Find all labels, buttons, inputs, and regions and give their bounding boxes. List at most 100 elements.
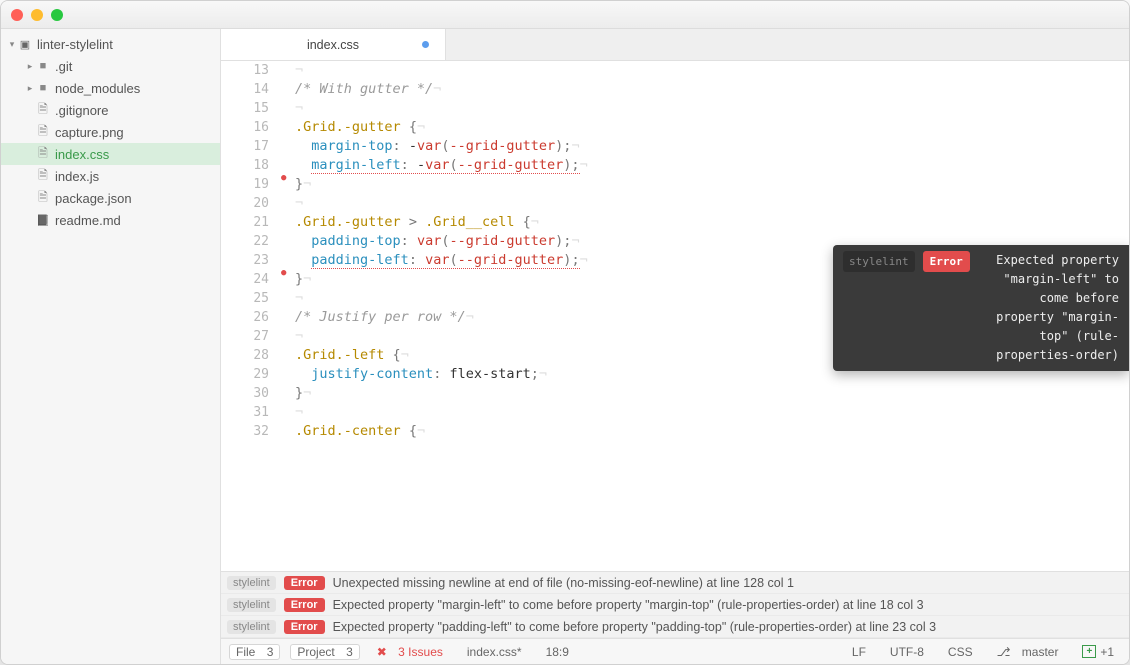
line-number[interactable]: 29 [221, 365, 277, 384]
chevron-right-icon[interactable]: ▸ [25, 83, 35, 94]
line-number[interactable]: 22 [221, 232, 277, 251]
code-line[interactable]: 17 margin-top: -var(--grid-gutter);¬ [221, 137, 1129, 156]
lint-message: Unexpected missing newline at end of fil… [333, 576, 794, 590]
tree-item-label: node_modules [55, 81, 140, 96]
chevron-down-icon[interactable]: ▾ [7, 39, 17, 50]
code-text[interactable]: justify-content: flex-start;¬ [295, 365, 547, 384]
code-text[interactable]: }¬ [295, 384, 311, 403]
code-text[interactable]: .Grid.-center {¬ [295, 422, 425, 441]
lint-row[interactable]: stylelintErrorExpected property "margin-… [221, 594, 1129, 616]
tree-item-label: .git [55, 59, 72, 74]
status-grammar[interactable]: CSS [941, 644, 980, 660]
line-number[interactable]: 30 [221, 384, 277, 403]
code-text[interactable]: margin-top: -var(--grid-gutter);¬ [295, 137, 580, 156]
line-number[interactable]: 23 [221, 251, 277, 270]
folder-icon [35, 80, 51, 96]
code-line[interactable]: 15 ¬ [221, 99, 1129, 118]
close-icon[interactable] [11, 9, 23, 21]
zoom-icon[interactable] [51, 9, 63, 21]
code-line[interactable]: 30 }¬ [221, 384, 1129, 403]
line-number[interactable]: 19 [221, 175, 277, 194]
code-line[interactable]: 20 ¬ [221, 194, 1129, 213]
status-issues[interactable]: ✖ 3 Issues [370, 644, 450, 660]
line-number[interactable]: 24 [221, 270, 277, 289]
code-text[interactable]: /* Justify per row */¬ [295, 308, 474, 327]
lint-row[interactable]: stylelintErrorUnexpected missing newline… [221, 572, 1129, 594]
lint-tooltip: stylelint Error Expected property "margi… [833, 245, 1129, 371]
tree-item-label: index.js [55, 169, 99, 184]
status-cursor[interactable]: 18:9 [539, 644, 576, 660]
tree-item-index-js[interactable]: index.js [1, 165, 220, 187]
line-number[interactable]: 18 [221, 156, 277, 175]
code-line[interactable]: 32 .Grid.-center {¬ [221, 422, 1129, 441]
lint-message: Expected property "margin-left" to come … [333, 598, 924, 612]
code-line[interactable]: 21 .Grid.-gutter > .Grid__cell {¬ [221, 213, 1129, 232]
code-text[interactable]: ¬ [295, 327, 303, 346]
status-encoding[interactable]: UTF-8 [883, 644, 931, 660]
tab-title: index.css [307, 38, 359, 52]
tree-item--git[interactable]: ▸ .git [1, 55, 220, 77]
line-number[interactable]: 27 [221, 327, 277, 346]
folder-icon [35, 58, 51, 74]
line-number[interactable]: 13 [221, 61, 277, 80]
status-filename[interactable]: index.css* [460, 644, 529, 660]
lint-panel[interactable]: stylelintErrorUnexpected missing newline… [221, 571, 1129, 638]
chevron-right-icon[interactable]: ▸ [25, 61, 35, 72]
file-icon [35, 146, 51, 162]
code-text[interactable]: ¬ [295, 194, 303, 213]
line-number[interactable]: 20 [221, 194, 277, 213]
minimize-icon[interactable] [31, 9, 43, 21]
status-git-diff[interactable]: ++1 [1075, 644, 1121, 660]
line-number[interactable]: 28 [221, 346, 277, 365]
code-text[interactable]: }¬ [295, 175, 311, 194]
code-text[interactable]: .Grid.-left {¬ [295, 346, 409, 365]
tree-item-node_modules[interactable]: ▸ node_modules [1, 77, 220, 99]
code-line[interactable]: 13 ¬ [221, 61, 1129, 80]
status-file-scope[interactable]: File 3 [229, 644, 280, 660]
code-line[interactable]: 19 }¬ [221, 175, 1129, 194]
tooltip-source: stylelint [843, 251, 915, 272]
tab-bar[interactable]: index.css [221, 29, 1129, 61]
code-line[interactable]: 31 ¬ [221, 403, 1129, 422]
code-line[interactable]: 18 margin-left: -var(--grid-gutter);¬ [221, 156, 1129, 175]
line-number[interactable]: 31 [221, 403, 277, 422]
code-text[interactable]: padding-left: var(--grid-gutter);¬ [295, 251, 588, 270]
lint-row[interactable]: stylelintErrorExpected property "padding… [221, 616, 1129, 638]
code-text[interactable]: .Grid.-gutter {¬ [295, 118, 425, 137]
code-text[interactable]: /* With gutter */¬ [295, 80, 441, 99]
tree-item-index-css[interactable]: index.css [1, 143, 220, 165]
line-number[interactable]: 32 [221, 422, 277, 441]
code-editor[interactable]: 13 ¬ 14 /* With gutter */¬ 15 ¬ 16 .Grid.-gutte… [221, 61, 1129, 571]
code-line[interactable]: 16 .Grid.-gutter {¬ [221, 118, 1129, 137]
tree-item-capture-png[interactable]: capture.png [1, 121, 220, 143]
tab-index-css[interactable]: index.css [221, 29, 446, 60]
line-number[interactable]: 14 [221, 80, 277, 99]
file-tree[interactable]: ▾ linter-stylelint ▸ .git ▸ node_modules .gi… [1, 29, 221, 664]
code-text[interactable]: ¬ [295, 289, 303, 308]
code-line[interactable]: 14 /* With gutter */¬ [221, 80, 1129, 99]
line-number[interactable]: 26 [221, 308, 277, 327]
line-number[interactable]: 25 [221, 289, 277, 308]
tree-item-label: capture.png [55, 125, 124, 140]
status-project-scope[interactable]: Project 3 [290, 644, 359, 660]
tree-item-label: .gitignore [55, 103, 108, 118]
titlebar[interactable] [1, 1, 1129, 29]
code-text[interactable]: .Grid.-gutter > .Grid__cell {¬ [295, 213, 539, 232]
line-number[interactable]: 16 [221, 118, 277, 137]
line-number[interactable]: 17 [221, 137, 277, 156]
code-text[interactable]: ¬ [295, 61, 303, 80]
status-git-branch[interactable]: ⎇ master [990, 644, 1066, 660]
line-number[interactable]: 15 [221, 99, 277, 118]
status-eol[interactable]: LF [845, 644, 873, 660]
tree-item-package-json[interactable]: package.json [1, 187, 220, 209]
tree-root[interactable]: ▾ linter-stylelint [1, 33, 220, 55]
tree-item-readme-md[interactable]: readme.md [1, 209, 220, 231]
code-text[interactable]: margin-left: -var(--grid-gutter);¬ [295, 156, 588, 175]
line-number[interactable]: 21 [221, 213, 277, 232]
code-text[interactable]: ¬ [295, 99, 303, 118]
code-text[interactable]: }¬ [295, 270, 311, 289]
tree-item--gitignore[interactable]: .gitignore [1, 99, 220, 121]
code-text[interactable]: padding-top: var(--grid-gutter);¬ [295, 232, 580, 251]
lint-source: stylelint [227, 598, 276, 612]
code-text[interactable]: ¬ [295, 403, 303, 422]
